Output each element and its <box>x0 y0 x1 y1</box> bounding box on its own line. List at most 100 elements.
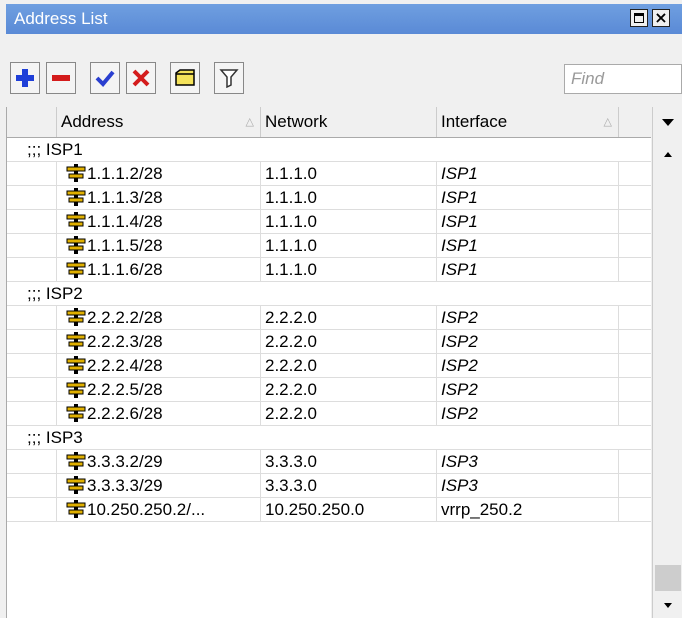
address-value: 2.2.2.4/28 <box>87 356 163 375</box>
network-cell: 2.2.2.0 <box>261 354 437 377</box>
table-row[interactable]: 10.250.250.2/... 10.250.250.0 vrrp_250.2 <box>7 498 651 522</box>
table-row[interactable]: 3.3.3.3/29 3.3.3.0 ISP3 <box>7 474 651 498</box>
network-cell: 1.1.1.0 <box>261 210 437 233</box>
sort-icon: △ <box>245 116 254 128</box>
x-icon <box>132 69 150 87</box>
row-spacer <box>7 378 57 401</box>
address-value: 2.2.2.6/28 <box>87 404 163 423</box>
scroll-down-icon[interactable] <box>653 592 682 618</box>
network-cell: 1.1.1.0 <box>261 162 437 185</box>
table-row[interactable]: 2.2.2.6/28 2.2.2.0 ISP2 <box>7 402 651 426</box>
extra-cell <box>619 234 651 257</box>
toolbar <box>6 36 682 106</box>
maximize-button[interactable] <box>630 9 648 27</box>
network-cell: 10.250.250.0 <box>261 498 437 521</box>
address-cell: 1.1.1.5/28 <box>57 234 261 257</box>
interface-cell: ISP2 <box>437 378 619 401</box>
row-spacer <box>7 474 57 497</box>
group-row[interactable]: ;;; ISP2 <box>7 282 651 306</box>
interface-cell: ISP1 <box>437 210 619 233</box>
row-spacer <box>7 450 57 473</box>
row-spacer <box>7 162 57 185</box>
comment-button[interactable] <box>170 62 200 94</box>
address-value: 1.1.1.3/28 <box>87 188 163 207</box>
extra-cell <box>619 402 651 425</box>
table-row[interactable]: 1.1.1.3/28 1.1.1.0 ISP1 <box>7 186 651 210</box>
address-value: 1.1.1.4/28 <box>87 212 163 231</box>
address-cell: 1.1.1.6/28 <box>57 258 261 281</box>
row-spacer <box>7 330 57 353</box>
address-value: 3.3.3.2/29 <box>87 452 163 471</box>
interface-cell: ISP2 <box>437 354 619 377</box>
group-row[interactable]: ;;; ISP1 <box>7 138 651 162</box>
scroll-up-icon[interactable] <box>653 141 682 167</box>
table-row[interactable]: 2.2.2.5/28 2.2.2.0 ISP2 <box>7 378 651 402</box>
address-cell: 1.1.1.3/28 <box>57 186 261 209</box>
network-cell: 3.3.3.0 <box>261 450 437 473</box>
add-button[interactable] <box>10 62 40 94</box>
minus-icon <box>52 75 70 81</box>
table-row[interactable]: 1.1.1.5/28 1.1.1.0 ISP1 <box>7 234 651 258</box>
enable-button[interactable] <box>90 62 120 94</box>
group-label: ;;; ISP1 <box>27 140 83 159</box>
filter-button[interactable] <box>214 62 244 94</box>
interface-cell: ISP1 <box>437 186 619 209</box>
window-title: Address List <box>14 9 108 28</box>
address-cell: 10.250.250.2/... <box>57 498 261 521</box>
address-icon <box>66 188 86 207</box>
address-value: 1.1.1.5/28 <box>87 236 163 255</box>
table-row[interactable]: 2.2.2.4/28 2.2.2.0 ISP2 <box>7 354 651 378</box>
row-spacer <box>7 234 57 257</box>
address-value: 10.250.250.2/... <box>87 500 206 519</box>
table-row[interactable]: 2.2.2.3/28 2.2.2.0 ISP2 <box>7 330 651 354</box>
address-icon <box>66 236 86 255</box>
plus-icon <box>16 69 34 87</box>
network-cell: 2.2.2.0 <box>261 378 437 401</box>
address-value: 1.1.1.6/28 <box>87 260 163 279</box>
disable-button[interactable] <box>126 62 156 94</box>
group-label: ;;; ISP2 <box>27 284 83 303</box>
table-row[interactable]: 3.3.3.2/29 3.3.3.0 ISP3 <box>7 450 651 474</box>
row-spacer <box>7 258 57 281</box>
sort-icon: △ <box>603 116 612 128</box>
address-cell: 2.2.2.2/28 <box>57 306 261 329</box>
extra-cell <box>619 354 651 377</box>
close-button[interactable]: × <box>652 9 670 27</box>
row-spacer <box>7 354 57 377</box>
scroll-thumb[interactable] <box>655 565 681 591</box>
interface-cell: ISP3 <box>437 450 619 473</box>
address-icon <box>66 500 86 519</box>
address-cell: 1.1.1.4/28 <box>57 210 261 233</box>
check-icon <box>95 70 115 87</box>
address-icon <box>66 260 86 279</box>
interface-cell: ISP2 <box>437 306 619 329</box>
table-row[interactable]: 1.1.1.6/28 1.1.1.0 ISP1 <box>7 258 651 282</box>
remove-button[interactable] <box>46 62 76 94</box>
address-icon <box>66 212 86 231</box>
column-header-interface[interactable]: Interface △ <box>437 107 619 137</box>
column-header-address[interactable]: Address △ <box>57 107 261 137</box>
group-row[interactable]: ;;; ISP3 <box>7 426 651 450</box>
vertical-scrollbar[interactable] <box>652 107 682 618</box>
network-cell: 2.2.2.0 <box>261 306 437 329</box>
extra-cell <box>619 186 651 209</box>
address-icon <box>66 380 86 399</box>
table-row[interactable]: 2.2.2.2/28 2.2.2.0 ISP2 <box>7 306 651 330</box>
interface-cell: ISP3 <box>437 474 619 497</box>
address-list-window: Address List × Addr <box>0 0 682 618</box>
network-cell: 2.2.2.0 <box>261 402 437 425</box>
extra-cell <box>619 162 651 185</box>
table-row[interactable]: 1.1.1.2/28 1.1.1.0 ISP1 <box>7 162 651 186</box>
row-spacer <box>7 186 57 209</box>
extra-cell <box>619 210 651 233</box>
column-menu-icon[interactable] <box>653 107 682 137</box>
address-cell: 2.2.2.3/28 <box>57 330 261 353</box>
close-icon: × <box>654 8 668 27</box>
table-row[interactable]: 1.1.1.4/28 1.1.1.0 ISP1 <box>7 210 651 234</box>
extra-cell <box>619 306 651 329</box>
column-header-network[interactable]: Network <box>261 107 437 137</box>
interface-cell: ISP1 <box>437 258 619 281</box>
find-input[interactable] <box>564 64 682 94</box>
interface-cell: ISP2 <box>437 402 619 425</box>
group-label: ;;; ISP3 <box>27 428 83 447</box>
